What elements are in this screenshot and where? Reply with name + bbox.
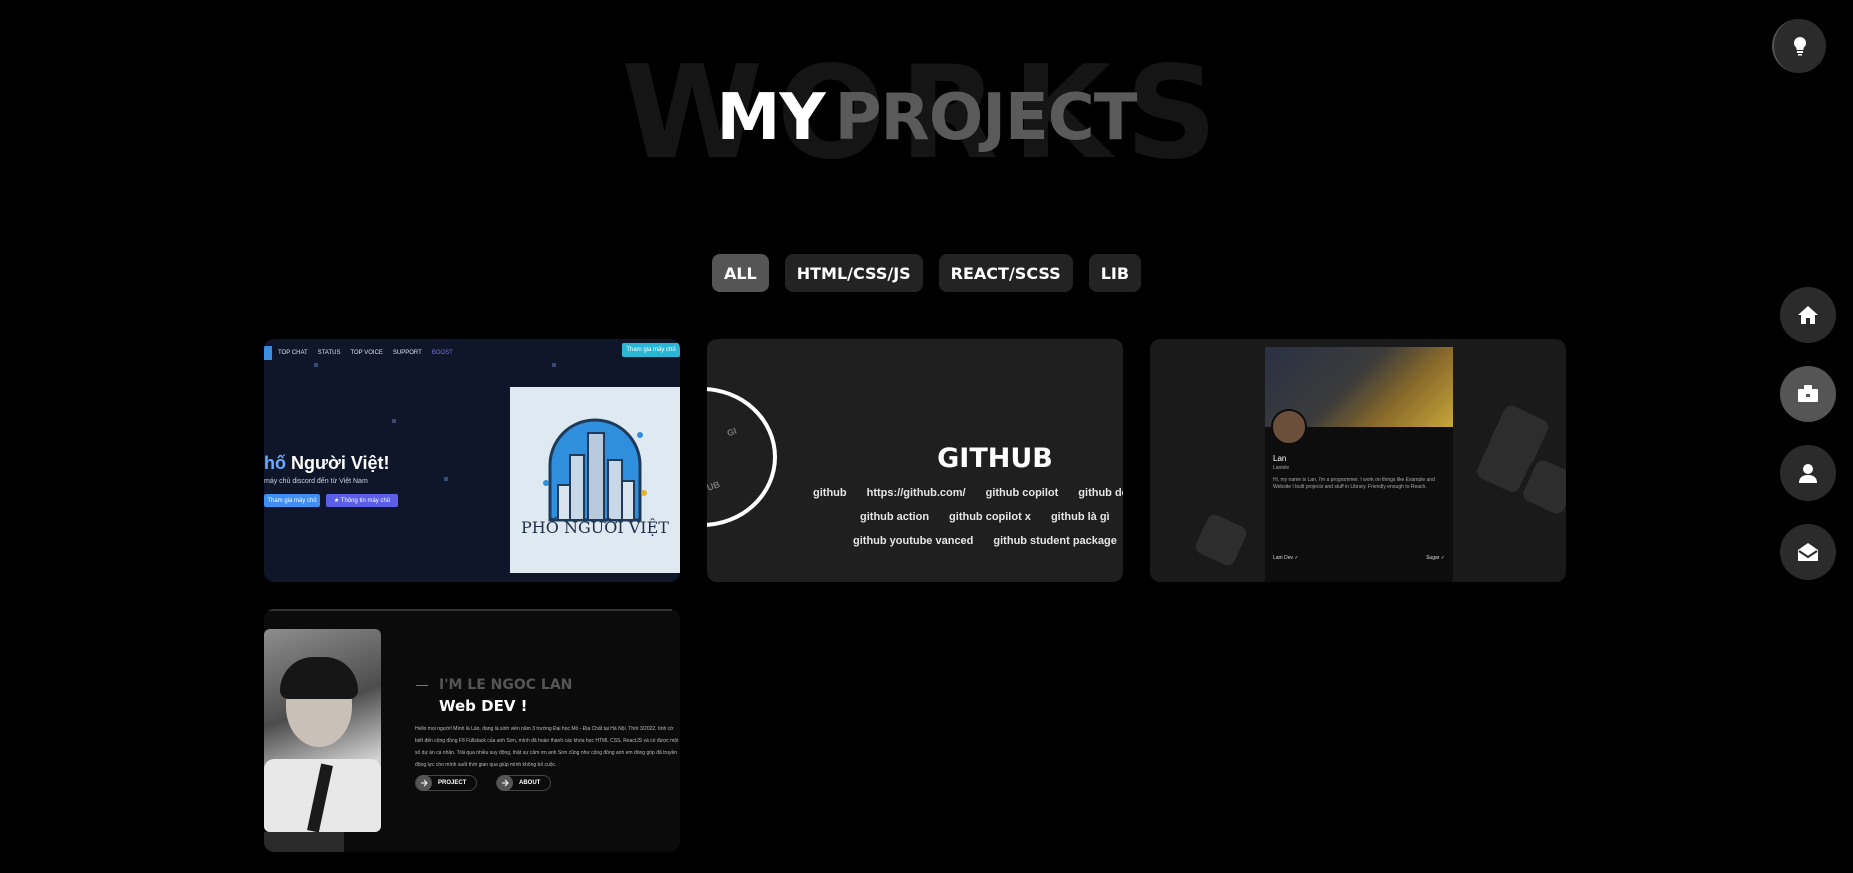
project-filter-bar: ALL HTML/CSS/JS REACT/SCSS LIB [0,254,1853,292]
card1-nav-item: SUPPORT [392,350,422,356]
project-card-github[interactable]: GI UB GITHUB github https://github.com/ … [707,339,1123,582]
card1-subtitle: máy chủ discord đến từ Việt Nam [264,478,368,485]
card1-nav-item: BOOST [431,350,453,356]
card1-logo-mark [264,346,272,360]
card2-decor-arc [707,387,777,527]
card3-profile-bio: Hi, my name is Lan, I'm a programmer. I … [1273,477,1435,490]
decor-diamond [1193,512,1249,568]
card2-tag: github copilot [985,487,1059,499]
nav-about-button[interactable] [1780,445,1836,501]
project-card-profile[interactable]: Lan Lanlele Hi, my name is Lan, I'm a pr… [1150,339,1566,582]
card3-profile-screenshot: Lan Lanlele Hi, my name is Lan, I'm a pr… [1265,347,1453,582]
card3-link-item: Sugar ✓ [1426,555,1445,561]
briefcase-icon [1798,385,1818,402]
nav-portfolio-button[interactable] [1780,366,1836,422]
card1-heading: hố Người Việt! [264,453,390,473]
home-icon [1798,306,1818,324]
card3-profile-handle: Lanlele [1273,465,1290,471]
arrow-right-icon [497,775,513,791]
card1-server-info-button: ★ Thông tin máy chủ [326,494,398,507]
card2-tag: github copilot x [949,511,1031,523]
filter-all-button[interactable]: ALL [711,254,769,292]
card4-portrait-photo [264,629,381,833]
arrow-right-icon [416,775,432,791]
lightbulb-icon [1793,36,1807,56]
pho-nguoi-viet-logo: PHỐ NGƯỜI VIỆT [510,387,680,573]
filter-html-css-js-button[interactable]: HTML/CSS/JS [784,254,923,292]
project-card-about-me[interactable]: I'M LE NGOC LAN Web DEV ! Hello mọi ngườ… [264,609,680,852]
card2-tag: github deskt [1078,487,1123,499]
card2-tag-row: github youtube vanced github student pac… [853,535,1117,547]
card1-nav: TOP CHAT STATUS TOP VOICE SUPPORT BOOST [264,346,680,360]
card3-profile-name: Lan [1273,454,1287,463]
card4-project-button: PROJECT [415,775,478,791]
city-skyline-icon [543,418,647,522]
card2-tag-row: github action github copilot x github là… [860,511,1110,523]
card1-nav-item: TOP VOICE [350,350,383,356]
card1-join-button: Tham gia máy chủ [622,343,680,357]
project-card-pho-nguoi-viet[interactable]: TOP CHAT STATUS TOP VOICE SUPPORT BOOST … [264,339,680,582]
card4-bio: Hello mọi người! Mình là Lân, đang là si… [415,726,679,768]
side-navigation [1780,287,1836,580]
avatar [1271,409,1307,445]
card1-join-server-button: Tham gia máy chủ [264,494,320,507]
nav-home-button[interactable] [1780,287,1836,343]
card2-tag: github [813,487,847,499]
nav-contact-button[interactable] [1780,524,1836,580]
filter-react-scss-button[interactable]: REACT/SCSS [938,254,1073,292]
decor-dot [444,477,448,481]
page-title-muted: PROJECT [834,81,1138,155]
user-icon [1799,464,1817,483]
card4-dash [416,685,428,686]
card2-tag: github là gì [1050,511,1110,523]
card2-tag: github action [860,511,930,523]
decor-dot [392,419,396,423]
card4-bottom-block [264,832,344,852]
decor-dot [314,363,318,367]
card4-about-button: ABOUT [496,775,552,791]
card1-nav-item: TOP CHAT [278,350,308,356]
mail-open-icon [1798,543,1818,561]
card2-tag: github student package [993,535,1117,547]
card3-link-item: Lam Dev ✓ [1273,555,1299,561]
theme-toggle-button[interactable] [1772,19,1826,73]
page-title-strong: MY [716,81,826,155]
card1-nav-item: STATUS [317,350,341,356]
card1-logo-text: PHỐ NGƯỜI VIỆT [521,518,669,537]
card2-tag: https://github.com/ [866,487,966,499]
card2-tag-row: github https://github.com/ github copilo… [813,487,1123,499]
filter-lib-button[interactable]: LIB [1088,254,1142,292]
card2-tag: github youtube vanced [853,535,974,547]
page-title: MY PROJECT [0,86,1853,150]
card4-top-divider [264,609,672,611]
card4-role: Web DEV ! [439,697,528,715]
decor-dot [552,363,556,367]
card2-title: GITHUB [937,443,1053,474]
card4-kicker: I'M LE NGOC LAN [439,677,573,693]
card3-link-list: Lam Dev ✓ Sugar ✓ [1273,555,1445,561]
